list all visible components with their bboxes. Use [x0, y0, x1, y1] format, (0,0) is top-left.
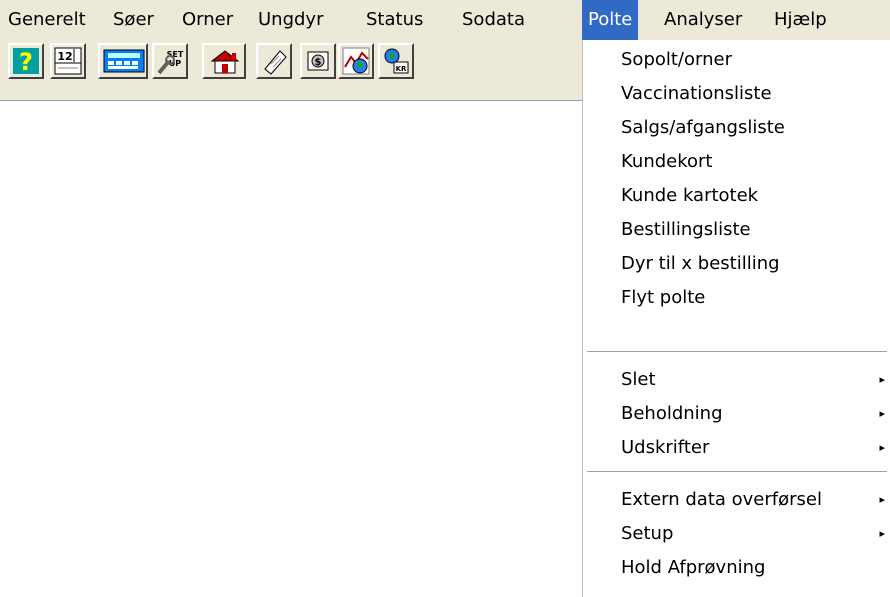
menu-item-label: Kunde kartotek: [621, 185, 759, 206]
notepad-icon: [261, 48, 287, 75]
calculator-button[interactable]: [98, 43, 148, 79]
calendar-button[interactable]: 12: [50, 43, 86, 79]
menu-item-label: Slet: [621, 369, 656, 390]
menu-item-udskrifter[interactable]: Udskrifter ▸: [583, 430, 890, 465]
menu-item-label: Dyr til x bestilling: [621, 253, 780, 274]
menu-orner[interactable]: Orner: [182, 0, 233, 40]
money-button[interactable]: $: [300, 43, 336, 79]
transfer-icon: KR: [383, 48, 409, 74]
menu-item-label: Setup: [621, 523, 674, 544]
money-icon: $: [305, 48, 331, 74]
menu-status[interactable]: Status: [366, 0, 423, 40]
svg-text:SET: SET: [167, 50, 184, 59]
menu-bar: Generelt Søer Orner Ungdyr Status Sodata…: [0, 0, 890, 40]
calendar-icon: 12: [54, 47, 82, 75]
svg-text:?: ?: [19, 48, 33, 75]
menu-hjaelp[interactable]: Hjælp: [774, 0, 827, 40]
menu-item-hold-afprovning[interactable]: Hold Afprøvning: [583, 550, 890, 585]
menu-separator: [587, 351, 887, 353]
menu-item-dyr-til-x-bestilling[interactable]: Dyr til x bestilling: [583, 246, 890, 281]
menu-item-label: Hold Afprøvning: [621, 557, 766, 578]
submenu-arrow-icon: ▸: [879, 527, 885, 540]
setup-icon: SET UP: [157, 48, 184, 75]
menu-sodata[interactable]: Sodata: [462, 0, 525, 40]
calculator-icon: [103, 49, 145, 73]
menu-ungdyr[interactable]: Ungdyr: [258, 0, 324, 40]
chart-globe-icon: [342, 47, 370, 75]
menu-item-kunde-kartotek[interactable]: Kunde kartotek: [583, 178, 890, 213]
menu-item-label: Flyt polte: [621, 287, 706, 308]
menu-generelt[interactable]: Generelt: [8, 0, 86, 40]
menu-item-beholdning[interactable]: Beholdning ▸: [583, 396, 890, 431]
menu-item-label: Beholdning: [621, 403, 723, 424]
svg-text:12: 12: [57, 50, 72, 63]
submenu-arrow-icon: ▸: [879, 407, 885, 420]
menu-item-salgs-afgangsliste[interactable]: Salgs/afgangsliste: [583, 110, 890, 145]
menu-item-flyt-polte[interactable]: Flyt polte: [583, 280, 890, 315]
polte-menu: Sopolt/orner Vaccinationsliste Salgs/afg…: [582, 40, 890, 597]
farm-button[interactable]: [202, 43, 246, 79]
menu-separator: [587, 471, 887, 473]
submenu-arrow-icon: ▸: [879, 373, 885, 386]
transfer-button[interactable]: KR: [378, 43, 414, 79]
submenu-arrow-icon: ▸: [879, 493, 885, 506]
menu-item-label: Bestillingsliste: [621, 219, 751, 240]
menu-item-label: Udskrifter: [621, 437, 710, 458]
setup-button[interactable]: SET UP: [152, 43, 188, 79]
menu-item-extern-data-overforsel[interactable]: Extern data overførsel ▸: [583, 482, 890, 517]
menu-item-label: Extern data overførsel: [621, 489, 822, 510]
menu-item-bestillingsliste[interactable]: Bestillingsliste: [583, 212, 890, 247]
menu-item-label: Vaccinationsliste: [621, 83, 772, 104]
notepad-button[interactable]: [256, 43, 292, 79]
help-icon: ?: [13, 48, 39, 75]
farm-house-icon: [207, 48, 243, 74]
chart-globe-button[interactable]: [338, 43, 374, 79]
svg-text:$: $: [315, 57, 322, 68]
menu-item-label: Sopolt/orner: [621, 49, 732, 70]
menu-analyser[interactable]: Analyser: [664, 0, 742, 40]
menu-item-slet[interactable]: Slet ▸: [583, 362, 890, 397]
svg-text:KR: KR: [396, 65, 407, 73]
menu-item-sopolt-orner[interactable]: Sopolt/orner: [583, 42, 890, 77]
menu-polte[interactable]: Polte: [582, 0, 639, 40]
help-button[interactable]: ?: [8, 43, 44, 79]
menu-soer[interactable]: Søer: [113, 0, 154, 40]
menu-item-setup[interactable]: Setup ▸: [583, 516, 890, 551]
menu-item-label: Salgs/afgangsliste: [621, 117, 785, 138]
menu-item-label: Kundekort: [621, 151, 713, 172]
menu-item-vaccinationsliste[interactable]: Vaccinationsliste: [583, 76, 890, 111]
submenu-arrow-icon: ▸: [879, 441, 885, 454]
menu-item-kundekort[interactable]: Kundekort: [583, 144, 890, 179]
